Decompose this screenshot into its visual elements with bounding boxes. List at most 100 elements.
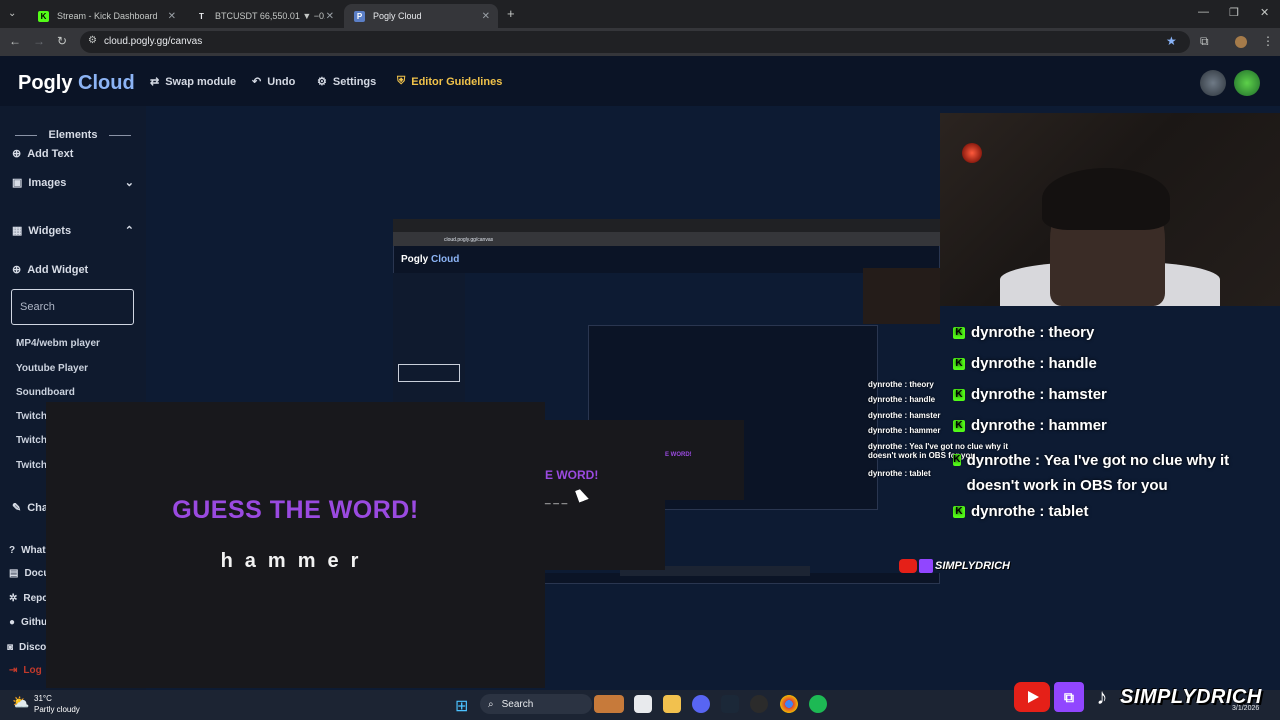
widgets-label: Widgets: [28, 224, 72, 237]
weather-icon[interactable]: ⛅: [12, 694, 29, 711]
task-view-icon[interactable]: [634, 695, 652, 713]
maximize-icon[interactable]: ❐: [1229, 6, 1239, 19]
tab-kick-dashboard[interactable]: K Stream - Kick Dashboard ✕: [28, 4, 184, 28]
widget-item[interactable]: Youtube Player: [16, 363, 88, 374]
user-avatar[interactable]: [1234, 70, 1260, 96]
nested-tab-strip: [393, 219, 940, 232]
social-banner: ⧉ ♪ SIMPLYDRICH: [1014, 680, 1262, 714]
chat-message: K dynrothe : Yea I've got no clue why it…: [953, 452, 1230, 494]
reload-icon[interactable]: ↻: [57, 34, 67, 48]
nested-guess-title: E WORD!: [665, 452, 692, 458]
minimize-icon[interactable]: —: [1198, 6, 1209, 18]
widget-item[interactable]: Twitch: [16, 460, 47, 471]
close-icon[interactable]: ✕: [482, 11, 490, 22]
footer-link-repo[interactable]: ✲ Repo: [9, 593, 48, 604]
chat-section[interactable]: ✎ Cha: [12, 501, 48, 515]
nested-logo: Pogly Cloud: [401, 254, 459, 265]
widgets-app-icon[interactable]: [594, 695, 624, 713]
chat-text: tablet: [1048, 503, 1089, 520]
file-explorer-icon[interactable]: [663, 695, 681, 713]
twitch-icon: ⧉: [1054, 682, 1084, 712]
weather-temperature[interactable]: 31°C: [34, 694, 52, 703]
swap-module-button[interactable]: ⇄ Swap module: [150, 75, 237, 89]
nested-chat-line: dynrothe : hamster: [868, 411, 941, 420]
nav-label: Swap module: [165, 75, 237, 88]
images-section[interactable]: ▣ Images ⌄: [12, 176, 134, 190]
chat-user: dynrothe: [971, 417, 1036, 434]
chrome-app-icon[interactable]: [780, 695, 798, 713]
kick-icon: K: [953, 454, 961, 466]
obs-app-icon[interactable]: [750, 695, 768, 713]
widget-item[interactable]: Twitch: [16, 435, 47, 446]
widget-search-input[interactable]: Search: [11, 289, 134, 325]
logo-accent: Cloud: [78, 72, 135, 94]
shield-icon: ⛨: [397, 75, 406, 87]
settings-button[interactable]: ⚙ Settings: [317, 75, 376, 89]
chevron-up-icon: ⌃: [124, 225, 134, 237]
tab-btcusdt[interactable]: T BTCUSDT 66,550.01 ▼ −0.63% ✕: [186, 4, 342, 28]
tab-pogly-cloud[interactable]: P Pogly Cloud ✕: [344, 4, 498, 28]
youtube-icon: [1014, 682, 1050, 712]
extensions-icon[interactable]: ⧉: [1200, 34, 1209, 49]
add-text-label: Add Text: [27, 147, 74, 160]
chat-text: hamster: [1048, 386, 1107, 403]
nested-chat-line: dynrothe : theory: [868, 380, 934, 389]
windows-start-icon[interactable]: ⊞: [455, 696, 468, 716]
widget-item[interactable]: MP4/webm player: [16, 338, 100, 349]
close-icon[interactable]: ✕: [326, 11, 334, 22]
weather-description[interactable]: Partly cloudy: [34, 705, 80, 714]
widget-item[interactable]: Soundboard: [16, 387, 75, 398]
tab-search-icon[interactable]: ⌄: [8, 8, 16, 19]
widgets-section[interactable]: ▦ Widgets ⌃: [12, 224, 134, 238]
menu-icon[interactable]: ⋮: [1262, 34, 1274, 48]
nested-search-box: [398, 364, 460, 382]
footer-link-logout[interactable]: ⇥ Log: [9, 665, 42, 676]
tab-label: Stream - Kick Dashboard: [57, 11, 158, 21]
add-widget-button[interactable]: ⊕ Add Widget: [12, 263, 88, 277]
tiktok-icon: ♪: [1096, 684, 1108, 709]
spotify-app-icon[interactable]: [809, 695, 827, 713]
nested-logo-accent: Cloud: [431, 254, 460, 265]
steam-app-icon[interactable]: [721, 695, 739, 713]
webcam-lamp: [962, 143, 982, 163]
footer-link-label: Githu: [21, 617, 48, 628]
window-close-icon[interactable]: ✕: [1260, 6, 1269, 19]
new-tab-icon[interactable]: +: [507, 6, 515, 21]
footer-link-docs[interactable]: ▤ Docu: [9, 568, 49, 579]
back-icon[interactable]: ←: [9, 34, 21, 48]
question-icon: ?: [9, 545, 16, 556]
discord-app-icon[interactable]: [692, 695, 710, 713]
nested-logo-main: Pogly: [401, 254, 429, 265]
search-icon: ⌕: [488, 698, 494, 710]
footer-link-discord[interactable]: ◙ Disco: [7, 642, 46, 653]
kick-icon: K: [953, 420, 965, 432]
nav-label: Undo: [267, 75, 296, 88]
tab-label: Pogly Cloud: [373, 11, 422, 21]
forward-icon[interactable]: →: [33, 34, 45, 48]
kick-icon: K: [953, 389, 965, 401]
address-bar[interactable]: [80, 31, 1190, 53]
site-info-icon[interactable]: ⚙: [88, 35, 97, 46]
nested-chat-line: dynrothe : hammer: [868, 426, 941, 435]
pogly-logo[interactable]: Pogly Cloud: [18, 72, 135, 95]
kick-icon: K: [38, 10, 49, 22]
widget-item[interactable]: Twitch: [16, 411, 47, 422]
close-icon[interactable]: ✕: [168, 11, 176, 22]
editor-guidelines-button[interactable]: ⛨ Editor Guidelines: [397, 75, 502, 88]
profile-avatar[interactable]: [1235, 36, 1247, 48]
undo-button[interactable]: ↶ Undo: [252, 75, 296, 89]
chat-message: K dynrothe : hamster: [953, 386, 1107, 403]
footer-link-label: Repo: [23, 593, 49, 604]
taskbar-search[interactable]: ⌕ Search: [480, 694, 592, 714]
plus-circle-icon: ⊕: [12, 148, 22, 160]
footer-link-github[interactable]: ● Githu: [9, 617, 47, 628]
nested-guess-widget: [664, 420, 744, 500]
user-avatar[interactable]: [1200, 70, 1226, 96]
guess-the-word-widget[interactable]: [46, 402, 545, 688]
bug-icon: ✲: [9, 593, 18, 604]
add-text-button[interactable]: ⊕ Add Text: [12, 147, 74, 161]
bookmark-star-icon[interactable]: ★: [1166, 34, 1177, 48]
chat-user: dynrothe: [971, 503, 1036, 520]
document-icon: ▤: [9, 568, 19, 579]
footer-link-what[interactable]: ? What: [9, 545, 46, 556]
